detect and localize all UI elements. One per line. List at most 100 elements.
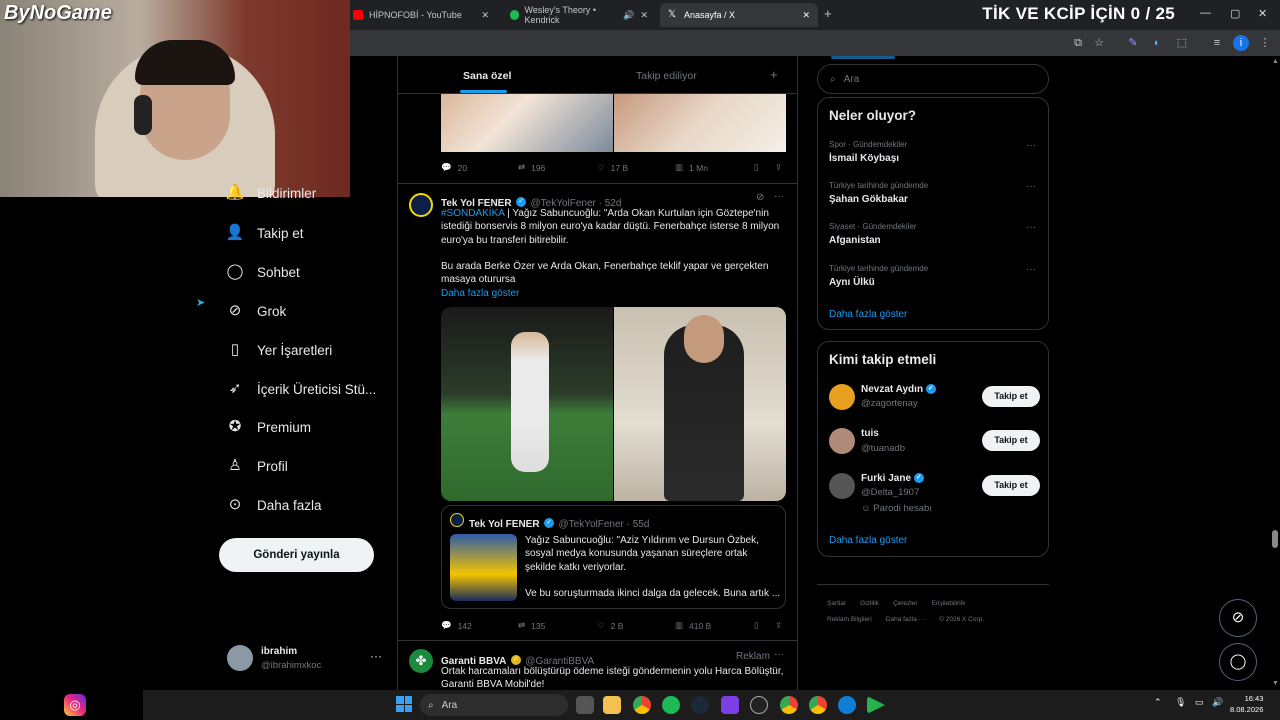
avatar[interactable] xyxy=(829,428,855,454)
scrollbar-thumb[interactable] xyxy=(1272,530,1278,548)
follow-button[interactable]: Takip et xyxy=(982,386,1040,407)
account-switcher[interactable]: ibrahim @ibrahimxkoc ··· xyxy=(227,643,387,673)
taskbar-search[interactable]: ⌕ Ara xyxy=(420,694,568,716)
like-button[interactable]: ♡ 17 B xyxy=(597,162,628,173)
scroll-down-icon[interactable]: ▼ xyxy=(1272,680,1279,687)
more-icon[interactable]: ··· xyxy=(1026,140,1036,151)
hashtag-link[interactable]: #SONDAKİKA xyxy=(441,208,504,219)
nav-creator-studio[interactable]: ➶ İçerik Üreticisi Stü... xyxy=(225,374,377,404)
task-view-icon[interactable] xyxy=(576,696,594,714)
reply-button[interactable]: 💬 142 xyxy=(441,620,472,631)
grok-fab-icon[interactable]: ⊘ xyxy=(1219,599,1257,637)
retweet-button[interactable]: ⇄ 135 xyxy=(518,620,545,631)
tray-chevron-icon[interactable]: ⌃ xyxy=(1154,697,1162,708)
scroll-up-icon[interactable]: ▲ xyxy=(1272,58,1279,65)
quote-tweet[interactable]: Tek Yol FENER ✓ @TekYolFener · 55d Yağız… xyxy=(441,505,786,609)
trend-item[interactable]: İsmail Köybaşı xyxy=(829,153,899,164)
more-icon[interactable]: ··· xyxy=(774,649,784,660)
footer-link[interactable]: Daha fazla ··· xyxy=(886,616,925,623)
footer-link[interactable]: Reklam Bilgileri xyxy=(827,616,872,623)
bookmark-button[interactable]: ▯ xyxy=(754,620,759,631)
nav-bookmarks[interactable]: ▯ Yer İşaretleri xyxy=(225,335,332,365)
follow-button[interactable]: Takip et xyxy=(982,430,1040,451)
show-more-link[interactable]: Daha fazla göster xyxy=(441,287,519,300)
tab-youtube[interactable]: HİPNOFOBİ - YouTube ✕ xyxy=(345,3,497,27)
search-input[interactable]: ⌕ Ara xyxy=(817,64,1049,94)
edge-icon[interactable] xyxy=(838,696,856,714)
trend-item[interactable]: Afganistan xyxy=(829,235,881,246)
trend-item[interactable]: Aynı Ülkü xyxy=(829,277,875,288)
retweet-button[interactable]: ⇄ 196 xyxy=(518,162,545,173)
messages-fab-icon[interactable]: ◯ xyxy=(1219,643,1257,681)
close-tab-icon[interactable]: ✕ xyxy=(640,10,648,21)
avatar[interactable] xyxy=(829,384,855,410)
footer-link[interactable]: Şartlar xyxy=(827,600,846,607)
nav-notifications[interactable]: 🔔 Bildirimler xyxy=(225,183,317,203)
trend-item[interactable]: Şahan Gökbakar xyxy=(829,194,908,205)
volume-icon[interactable]: 🔊 xyxy=(1212,697,1223,708)
suggested-user[interactable]: Furki Jane ✓ xyxy=(861,473,924,484)
microphone-icon[interactable]: 🎙 xyxy=(1175,697,1186,708)
views-button[interactable]: ▥ 1 Mn xyxy=(675,162,708,173)
taskbar-clock[interactable]: 16:43 8.08.2026 xyxy=(1230,693,1263,715)
more-icon[interactable]: ··· xyxy=(1026,181,1036,192)
maximize-button[interactable]: ▢ xyxy=(1230,7,1240,20)
steam-icon[interactable] xyxy=(691,696,709,714)
minimize-button[interactable]: — xyxy=(1200,7,1211,19)
spotify-icon[interactable] xyxy=(662,696,680,714)
close-window-button[interactable]: ✕ xyxy=(1258,7,1267,20)
windows-start-icon[interactable] xyxy=(396,696,412,712)
show-more-trends[interactable]: Daha fazla göster xyxy=(829,309,907,320)
nav-more[interactable]: ⊙ Daha fazla xyxy=(225,490,322,520)
install-icon[interactable]: ⧉ xyxy=(1070,35,1086,51)
tweet-photo[interactable] xyxy=(614,94,786,152)
file-explorer-icon[interactable] xyxy=(603,696,621,714)
post-button[interactable]: Gönderi yayınla xyxy=(219,538,374,572)
avatar[interactable] xyxy=(829,473,855,499)
tab-following[interactable]: Takip ediliyor xyxy=(636,70,697,82)
show-more-users[interactable]: Daha fazla göster xyxy=(829,535,907,546)
nav-profile[interactable]: ♙ Profil xyxy=(225,451,288,481)
follow-button[interactable]: Takip et xyxy=(982,475,1040,496)
profile-avatar-icon[interactable]: i xyxy=(1233,35,1249,51)
nav-chat[interactable]: ◯ Sohbet xyxy=(225,257,300,287)
more-icon[interactable]: ··· xyxy=(370,649,382,663)
close-tab-icon[interactable]: ✕ xyxy=(802,10,810,21)
tab-spotify[interactable]: Wesley's Theory • Kendrick 🔊 ✕ xyxy=(502,3,656,27)
media-control-icon[interactable]: ≡ xyxy=(1209,35,1225,51)
browser-menu-icon[interactable]: ⋮ xyxy=(1257,35,1273,51)
share-button[interactable]: ⇪ xyxy=(775,620,782,631)
star-icon[interactable]: ☆ xyxy=(1091,35,1107,51)
nav-follow[interactable]: 👤 Takip et xyxy=(225,218,304,248)
tweet-avatar[interactable] xyxy=(409,193,433,217)
views-button[interactable]: ▥ 410 B xyxy=(675,620,711,631)
suggested-user[interactable]: Nevzat Aydın ✓ xyxy=(861,384,936,395)
extensions-icon[interactable]: ⬚ xyxy=(1174,35,1190,51)
nav-premium[interactable]: ✪ Premium xyxy=(225,412,311,442)
network-icon[interactable]: ▭ xyxy=(1195,697,1204,708)
chrome-profile-2-icon[interactable] xyxy=(809,696,827,714)
extension-pen-icon[interactable]: ✎ xyxy=(1125,35,1141,51)
twitch-icon[interactable] xyxy=(721,696,739,714)
chrome-profile-icon[interactable] xyxy=(780,696,798,714)
nav-grok[interactable]: ⊘ Grok xyxy=(225,296,287,326)
bookmark-button[interactable]: ▯ xyxy=(754,162,759,173)
page-scrollbar[interactable] xyxy=(1270,56,1280,690)
chrome-icon[interactable] xyxy=(633,696,651,714)
add-tab-icon[interactable]: + xyxy=(770,67,778,82)
tab-for-you[interactable]: Sana özel xyxy=(463,70,511,82)
tweet-photo-goalkeeper[interactable] xyxy=(614,307,786,501)
more-icon[interactable]: ··· xyxy=(1026,222,1036,233)
footer-link[interactable]: Erişilebilirlik xyxy=(932,600,966,607)
audio-icon[interactable]: 🔊 xyxy=(623,10,634,21)
more-icon[interactable]: ··· xyxy=(774,191,784,202)
share-button[interactable]: ⇪ xyxy=(775,162,782,173)
like-button[interactable]: ♡ 2 B xyxy=(597,620,623,631)
obs-icon[interactable] xyxy=(750,696,768,714)
grok-icon[interactable]: ⊘ xyxy=(756,192,764,203)
extension-audio-icon[interactable]: ◖ xyxy=(1148,35,1164,51)
more-icon[interactable]: ··· xyxy=(1026,264,1036,275)
tweet-photo-player[interactable] xyxy=(441,307,613,501)
footer-link[interactable]: Çerezler xyxy=(893,600,918,607)
new-tab-button[interactable]: + xyxy=(824,6,832,21)
